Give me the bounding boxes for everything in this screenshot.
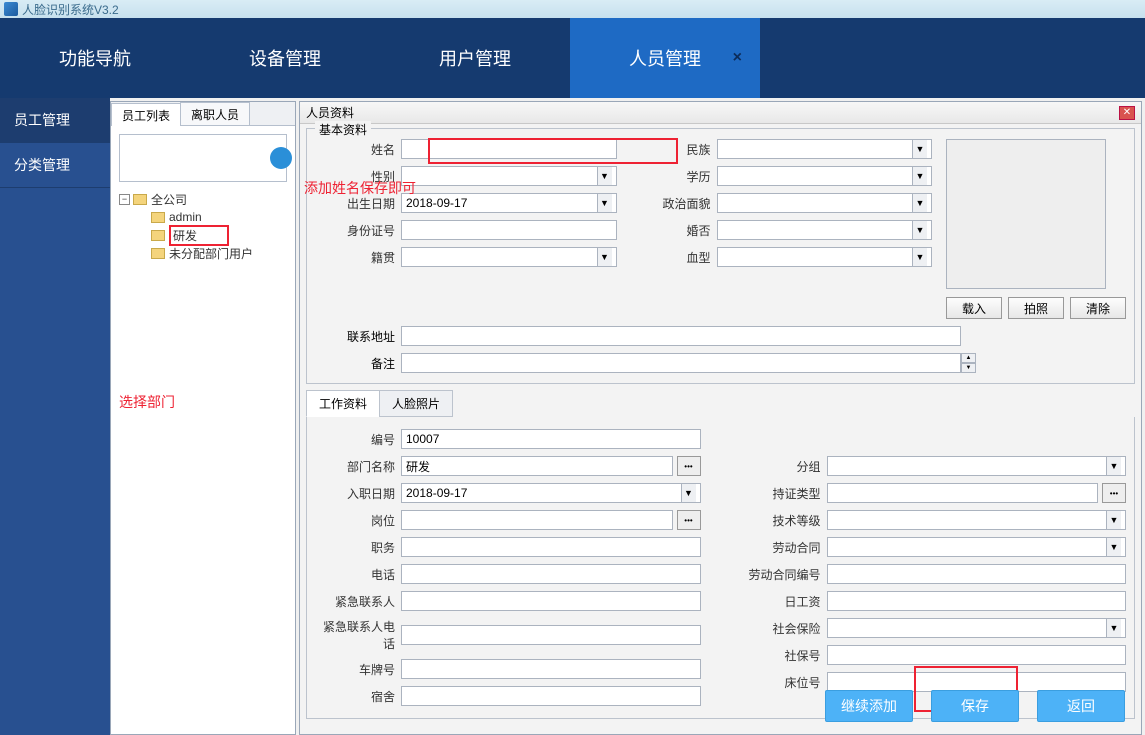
post-input[interactable] [401, 510, 673, 530]
chevron-down-icon: ▼ [681, 484, 696, 502]
socialno-input[interactable] [827, 645, 1127, 665]
chevron-down-icon: ▼ [912, 221, 927, 239]
chevron-down-icon: ▼ [912, 194, 927, 212]
cert-browse-button[interactable]: ••• [1102, 483, 1126, 503]
top-nav: 功能导航 设备管理 用户管理 人员管理 × [0, 18, 1145, 98]
collapse-icon[interactable]: − [119, 194, 130, 205]
dept-browse-button[interactable]: ••• [677, 456, 701, 476]
sidebar-item-staff[interactable]: 员工管理 [0, 98, 110, 143]
subtab-face[interactable]: 人脸照片 [379, 390, 453, 417]
chevron-down-icon: ▼ [1106, 619, 1121, 637]
name-input[interactable] [401, 139, 617, 159]
work-panel: 编号 部门名称••• 入职日期2018-09-17▼ 岗位••• 职务 电话 紧… [306, 417, 1135, 719]
basic-info-title: 基本资料 [315, 121, 371, 138]
labor-select[interactable]: ▼ [827, 537, 1127, 557]
chevron-down-icon: ▼ [597, 167, 612, 185]
folder-icon [151, 248, 165, 259]
chevron-down-icon: ▼ [1106, 511, 1121, 529]
duty-input[interactable] [401, 537, 701, 557]
nav-user[interactable]: 用户管理 [380, 18, 570, 98]
chevron-down-icon: ▼ [597, 248, 612, 266]
bed-input[interactable] [827, 672, 1127, 692]
tree-child-rd[interactable]: 研发 [119, 226, 287, 244]
chevron-down-icon: ▼ [1106, 538, 1121, 556]
social-select[interactable]: ▼ [827, 618, 1127, 638]
folder-icon [151, 212, 165, 223]
save-button[interactable]: 保存 [931, 690, 1019, 722]
tel-input[interactable] [401, 564, 701, 584]
origin-select[interactable]: ▼ [401, 247, 617, 267]
hire-date[interactable]: 2018-09-17▼ [401, 483, 701, 503]
cert-input[interactable] [827, 483, 1099, 503]
chevron-down-icon: ▼ [912, 248, 927, 266]
annotation-select-dept: 选择部门 [119, 392, 175, 412]
photo-clear-button[interactable]: 清除 [1070, 297, 1126, 319]
back-button[interactable]: 返回 [1037, 690, 1125, 722]
dialog-title: 人员资料 [306, 104, 354, 121]
daypay-input[interactable] [827, 591, 1127, 611]
nation-select[interactable]: ▼ [717, 139, 933, 159]
left-sidebar: 员工管理 分类管理 [0, 98, 110, 735]
no-input[interactable] [401, 429, 701, 449]
car-input[interactable] [401, 659, 701, 679]
photo-capture-button[interactable]: 拍照 [1008, 297, 1064, 319]
tree-panel: 员工列表 离职人员 − 全公司 admin 研发 [110, 101, 296, 735]
chevron-down-icon: ▼ [912, 140, 927, 158]
contact-input[interactable] [401, 591, 701, 611]
chevron-down-icon: ▼ [1106, 457, 1121, 475]
basic-info-group: 基本资料 姓名 性别▼ 出生日期2018-09-17▼ 身份证号 籍贯▼ 民族▼… [306, 128, 1135, 384]
tab-staff-list[interactable]: 员工列表 [111, 103, 181, 126]
edu-select[interactable]: ▼ [717, 166, 933, 186]
app-logo-icon [4, 2, 18, 16]
dorm-input[interactable] [401, 686, 701, 706]
chevron-down-icon: ▼ [912, 167, 927, 185]
sidebar-item-category[interactable]: 分类管理 [0, 143, 110, 188]
photo-load-button[interactable]: 载入 [946, 297, 1002, 319]
dept-tree: − 全公司 admin 研发 未分配部门用户 [119, 190, 287, 262]
remark-input[interactable] [401, 353, 961, 373]
subtab-work[interactable]: 工作资料 [306, 390, 380, 417]
nav-person[interactable]: 人员管理 × [570, 18, 760, 98]
blood-select[interactable]: ▼ [717, 247, 933, 267]
addr-input[interactable] [401, 326, 961, 346]
contact-tel-input[interactable] [401, 625, 701, 645]
photo-preview [946, 139, 1106, 289]
gender-select[interactable]: ▼ [401, 166, 617, 186]
tree-root[interactable]: − 全公司 [119, 190, 287, 208]
dialog-titlebar: 人员资料 ✕ [300, 102, 1141, 124]
folder-icon [133, 194, 147, 205]
dialog-close-icon[interactable]: ✕ [1119, 106, 1135, 120]
close-icon[interactable]: × [733, 49, 742, 67]
idno-input[interactable] [401, 220, 617, 240]
tree-search[interactable] [119, 134, 287, 182]
birth-date[interactable]: 2018-09-17▼ [401, 193, 617, 213]
marry-select[interactable]: ▼ [717, 220, 933, 240]
nav-device[interactable]: 设备管理 [190, 18, 380, 98]
remark-spin[interactable]: ▲▼ [961, 353, 976, 373]
window-title: 人脸识别系统V3.2 [22, 1, 119, 18]
tree-child-unassigned[interactable]: 未分配部门用户 [119, 244, 287, 262]
tab-resigned[interactable]: 离职人员 [180, 102, 250, 125]
chevron-down-icon: ▼ [597, 194, 612, 212]
annotation-add-name: 添加姓名保存即可 [304, 178, 416, 198]
nav-function[interactable]: 功能导航 [0, 18, 190, 98]
window-titlebar: 人脸识别系统V3.2 [0, 0, 1145, 18]
laborno-input[interactable] [827, 564, 1127, 584]
group-select[interactable]: ▼ [827, 456, 1127, 476]
level-select[interactable]: ▼ [827, 510, 1127, 530]
politic-select[interactable]: ▼ [717, 193, 933, 213]
post-browse-button[interactable]: ••• [677, 510, 701, 530]
person-dialog: 人员资料 ✕ 基本资料 姓名 性别▼ 出生日期2018-09-17▼ 身份证号 … [299, 101, 1142, 735]
search-icon[interactable] [270, 147, 292, 169]
continue-add-button[interactable]: 继续添加 [825, 690, 913, 722]
tree-child-admin[interactable]: admin [119, 208, 287, 226]
dept-input[interactable] [401, 456, 673, 476]
folder-icon [151, 230, 165, 241]
